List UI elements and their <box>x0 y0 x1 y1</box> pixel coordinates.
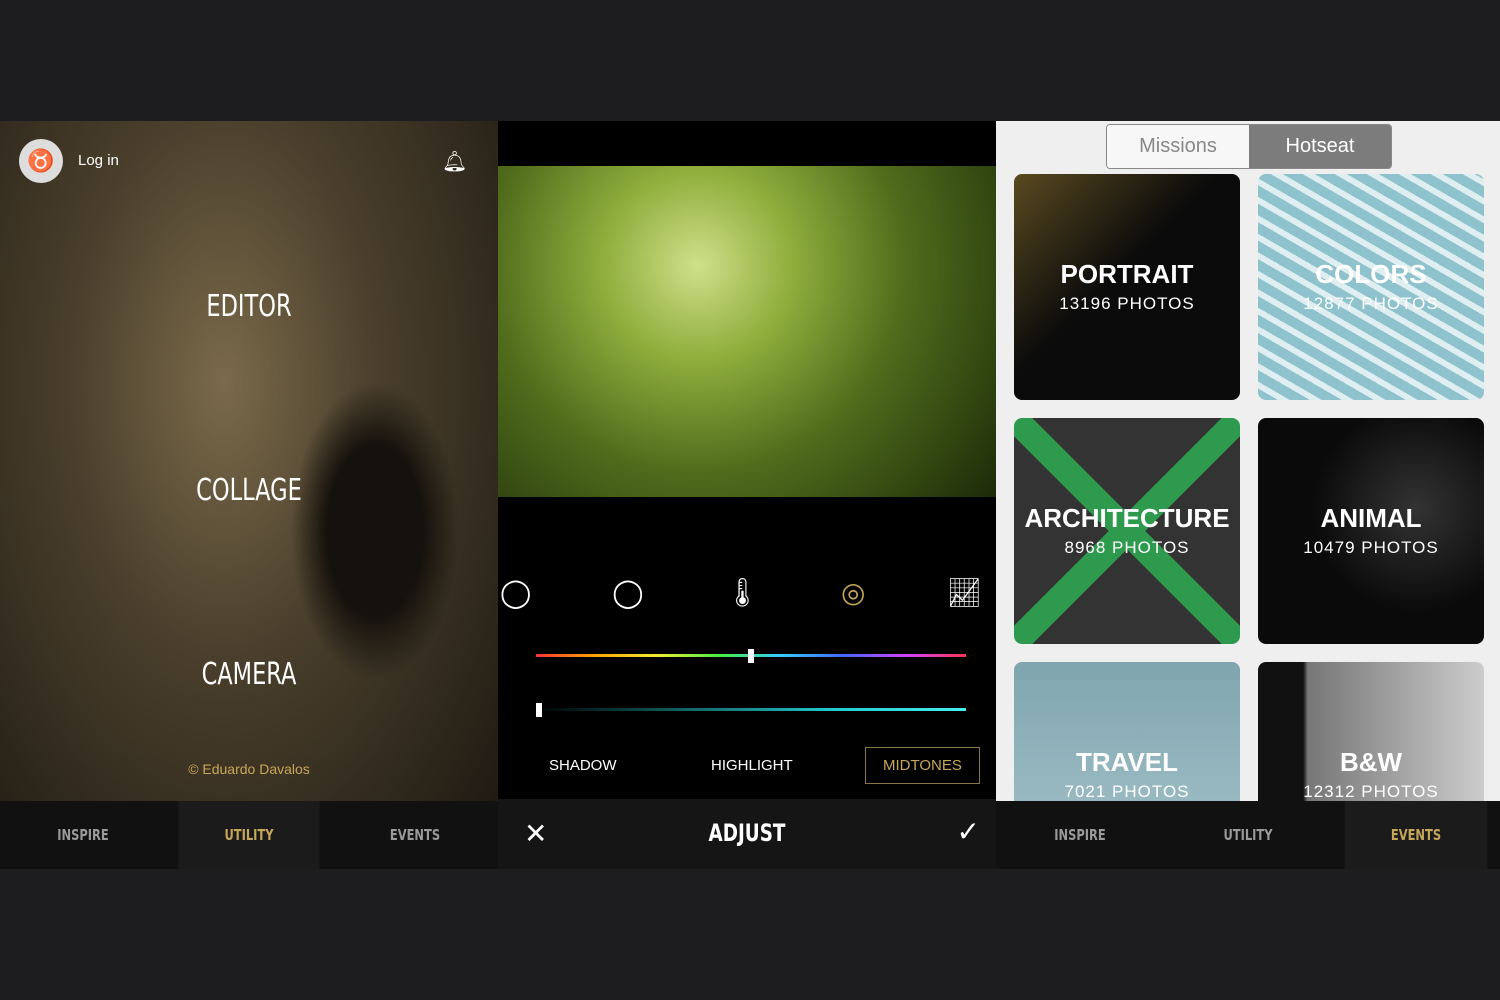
tab-utility[interactable]: UTILITY <box>1177 801 1320 869</box>
tool-row: ◯ ◯ 🌡︎ ◎ 📈︎ <box>498 576 996 609</box>
mode-shadow[interactable]: SHADOW <box>549 757 617 774</box>
card-count: 12312 PHOTOS <box>1303 782 1439 801</box>
hue-slider[interactable] <box>536 649 966 663</box>
segment-missions[interactable]: Missions <box>1107 125 1249 168</box>
slider-thumb[interactable] <box>536 703 542 717</box>
check-icon[interactable]: ✓ <box>957 815 980 848</box>
tab-bar: INSPIRE UTILITY EVENTS <box>0 801 498 869</box>
tab-bar: INSPIRE UTILITY EVENTS <box>996 801 1500 869</box>
card-title: PORTRAIT <box>1060 259 1194 289</box>
events-screen: Missions Hotseat PORTRAIT 13196 PHOTOS CO… <box>996 121 1500 869</box>
mode-highlight[interactable]: HIGHLIGHT <box>711 757 793 774</box>
adjust-bar: ✕ ADJUST ✓ <box>498 799 996 869</box>
mode-midtones[interactable]: MIDTONES <box>865 747 980 784</box>
card-title: COLORS <box>1315 259 1427 289</box>
curves-icon[interactable]: 📈︎ <box>946 576 982 609</box>
card-title: B&W <box>1339 747 1403 777</box>
card-title: ANIMAL <box>1320 503 1422 533</box>
card-title: TRAVEL <box>1075 747 1179 777</box>
photo-preview <box>498 166 996 497</box>
tab-utility[interactable]: UTILITY <box>178 801 320 869</box>
card-count: 7021 PHOTOS <box>1064 782 1190 801</box>
event-card[interactable]: COLORS 12877 PHOTOS <box>1258 174 1484 400</box>
page-title: ADJUST <box>708 819 786 847</box>
login-link[interactable]: Log in <box>78 152 119 169</box>
event-card[interactable]: ANIMAL 10479 PHOTOS <box>1258 418 1484 644</box>
home-screen: ♉ Log in 🔔︎ EDITOR COLLAGE CAMERA © Edua… <box>0 121 498 869</box>
adjust-screen: ◯ ◯ 🌡︎ ◎ 📈︎ SHADOW HIGHLIGHT MIDTONES ✕ … <box>498 121 996 869</box>
menu-collage[interactable]: COLLAGE <box>62 473 436 508</box>
menu-camera[interactable]: CAMERA <box>62 657 436 692</box>
tone-slider[interactable] <box>536 703 966 717</box>
card-count: 8968 PHOTOS <box>1064 538 1190 557</box>
hsl-icon[interactable]: ◯ <box>500 576 531 609</box>
bell-icon[interactable]: 🔔︎ <box>442 149 467 174</box>
slider-thumb[interactable] <box>748 649 754 663</box>
card-title: ARCHITECTURE <box>1024 503 1230 533</box>
avatar[interactable]: ♉ <box>19 139 63 183</box>
event-card[interactable]: PORTRAIT 13196 PHOTOS <box>1014 174 1240 400</box>
event-card[interactable]: ARCHITECTURE 8968 PHOTOS <box>1014 418 1240 644</box>
segmented-control: Missions Hotseat <box>1106 124 1392 169</box>
vignette-icon[interactable]: ◯ <box>612 576 643 609</box>
card-count: 10479 PHOTOS <box>1303 538 1439 557</box>
temperature-icon[interactable]: 🌡︎ <box>725 576 761 609</box>
card-count: 12877 PHOTOS <box>1303 294 1439 313</box>
photo-credit: © Eduardo Davalos <box>188 761 310 777</box>
tab-inspire[interactable]: INSPIRE <box>12 801 153 869</box>
card-count: 13196 PHOTOS <box>1059 294 1195 313</box>
segment-hotseat[interactable]: Hotseat <box>1249 125 1391 168</box>
tab-events[interactable]: EVENTS <box>1344 801 1488 869</box>
background-photo <box>290 381 460 681</box>
tab-events[interactable]: EVENTS <box>344 801 485 869</box>
tab-inspire[interactable]: INSPIRE <box>1009 801 1152 869</box>
menu-editor[interactable]: EDITOR <box>62 289 436 324</box>
selective-icon[interactable]: ◎ <box>841 576 865 609</box>
